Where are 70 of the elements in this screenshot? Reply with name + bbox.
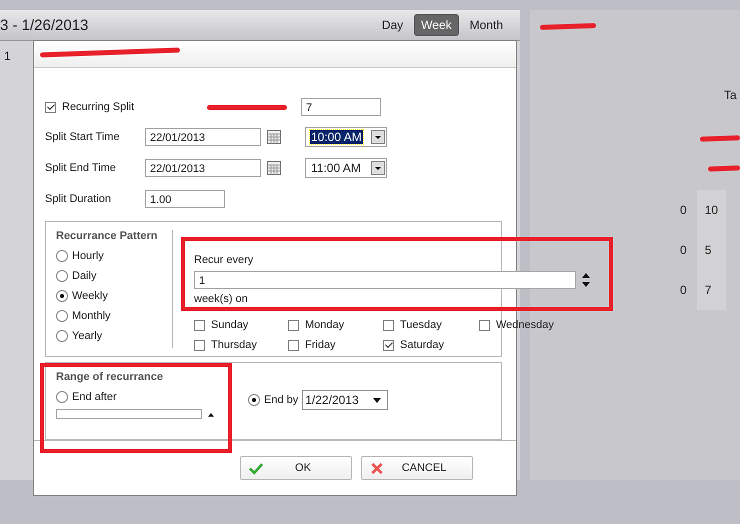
spinner-icon[interactable] [208, 412, 214, 416]
time-dropdown[interactable]: 10:00 AM [305, 126, 387, 146]
checkbox[interactable] [288, 340, 299, 350]
radio-label: Monthly [72, 310, 111, 322]
radio-button[interactable] [56, 310, 68, 322]
redaction-scribble [708, 165, 740, 172]
calendar-icon[interactable] [267, 160, 281, 174]
radio-label: Yearly [72, 330, 102, 342]
redaction-scribble [540, 23, 596, 30]
radio-label: Weekly [72, 290, 108, 302]
checkbox[interactable] [194, 320, 205, 330]
view-tab[interactable]: Month [462, 14, 510, 36]
table-cell-text: 0 [680, 202, 687, 219]
checkbox-label: Friday [305, 339, 336, 351]
radio-button[interactable] [56, 250, 68, 262]
group-title: Recurrance Pattern [56, 230, 158, 242]
group-title: Range of recurrance [56, 371, 164, 383]
table-cell-text: 0 [680, 242, 687, 259]
checkbox-label: Wednesday [496, 319, 554, 331]
field-label: Split Start Time [45, 130, 121, 142]
row-number: 1 [3, 48, 12, 65]
view-tab[interactable]: Day [374, 14, 410, 36]
checkbox[interactable] [479, 320, 490, 330]
radio-button[interactable] [56, 391, 68, 403]
ok-button[interactable]: OK [240, 456, 352, 480]
date-field[interactable]: 22/01/2013 [145, 128, 261, 146]
radio-button[interactable] [56, 330, 68, 342]
close-icon [370, 462, 384, 474]
input-field[interactable]: 1.00 [145, 190, 225, 208]
radio-button[interactable] [56, 270, 68, 282]
date-dropdown[interactable]: 1/22/2013 [302, 390, 388, 410]
cancel-button[interactable]: CANCEL [361, 456, 473, 480]
side-label: Ta [724, 88, 737, 102]
checkmark-icon [249, 462, 263, 474]
number-field[interactable] [56, 409, 202, 419]
time-dropdown[interactable]: 11:00 AM [305, 158, 387, 178]
checkbox[interactable] [194, 340, 205, 350]
number-field[interactable]: 1 [194, 271, 576, 289]
field-label: Recur every [194, 254, 254, 268]
checkbox-label: Recurring Split [62, 101, 134, 113]
radio-label: End after [72, 391, 117, 403]
caret-icon[interactable] [373, 398, 382, 402]
calendar-icon[interactable] [267, 130, 281, 144]
radio-label: Daily [72, 270, 96, 282]
checkbox-label: Saturday [400, 339, 444, 351]
table-cell-text: 5 [704, 242, 712, 259]
table-cell-text: 0 [680, 282, 687, 299]
redaction-scribble [700, 135, 740, 142]
field-label: week(s) on [194, 293, 249, 307]
checkbox[interactable] [383, 320, 394, 330]
checkbox-label: Thursday [211, 339, 257, 351]
date-field[interactable]: 22/01/2013 [145, 158, 261, 176]
checkbox-label: Monday [305, 319, 344, 331]
checkbox[interactable] [45, 102, 56, 112]
view-tab[interactable]: Week [414, 14, 459, 36]
table-cell-text: 10 [704, 202, 718, 219]
radio-button[interactable] [56, 290, 68, 302]
radio-label: Hourly [72, 250, 104, 262]
field-label: Split End Time [45, 162, 117, 174]
radio-button[interactable] [248, 394, 260, 406]
checkbox-label: Sunday [211, 319, 248, 331]
date-range: 3 - 1/26/2013 [0, 16, 88, 34]
radio-label: End by [264, 394, 298, 406]
table-cell-text: 7 [704, 282, 712, 299]
field-label: Split Duration [45, 192, 112, 204]
checkbox[interactable] [288, 320, 299, 330]
input-field[interactable]: 7 [301, 98, 381, 116]
checkbox[interactable] [383, 340, 394, 350]
spinner-icon[interactable] [582, 272, 590, 288]
checkbox-label: Tuesday [400, 319, 442, 331]
